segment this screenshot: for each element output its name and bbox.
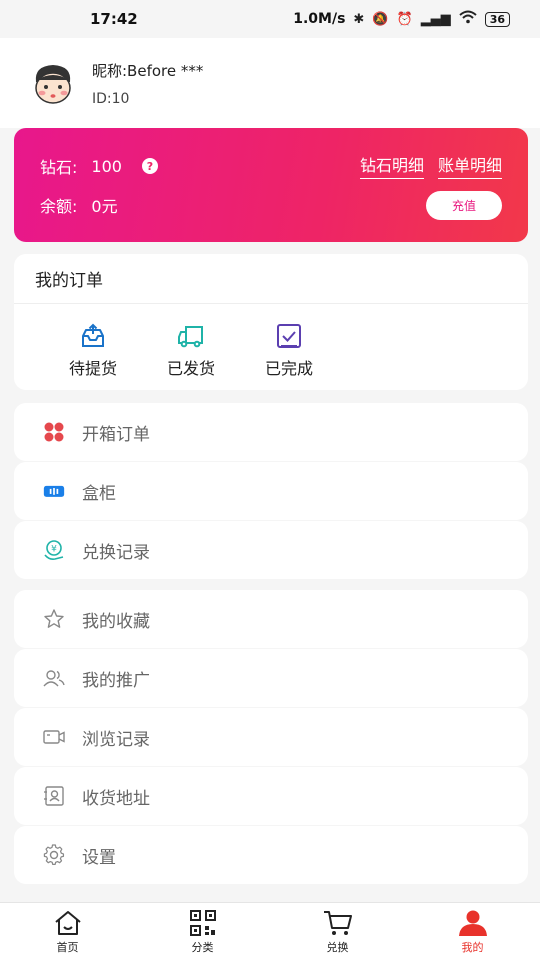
camera-icon	[42, 725, 66, 749]
truck-icon	[178, 326, 203, 348]
menu-item-cabinet[interactable]: 盒柜	[14, 462, 528, 520]
diamond-value: 100	[91, 156, 122, 176]
order-completed-label: 已完成	[264, 359, 313, 378]
diamond-label: 钻石:	[40, 158, 78, 177]
mute-icon: 🔕	[372, 11, 389, 27]
menu-item-promotion[interactable]: 我的推广	[14, 649, 528, 707]
network-speed: 1.0M/s	[293, 11, 346, 27]
box-order-icon	[42, 420, 66, 444]
menu-item-favorites-label: 我的收藏	[82, 611, 150, 632]
avatar-face-icon	[35, 65, 71, 104]
tab-mine-label: 我的	[461, 940, 484, 954]
qr-icon	[189, 909, 216, 936]
menu-item-address[interactable]: 收货地址	[14, 767, 528, 825]
menu-group-primary: 开箱订单 盒柜 ¥ 兑换记录	[14, 403, 528, 580]
balance-value: 0元	[91, 197, 118, 216]
nickname: 昵称:Before ***	[92, 61, 204, 80]
menu-group-secondary: 我的收藏 我的推广 浏览记录 收货地址 设置	[14, 590, 528, 885]
cabinet-icon	[42, 479, 66, 503]
order-completed[interactable]: 已完成	[240, 322, 338, 379]
my-orders-card: 我的订单 待提货 已发货 已完成	[14, 254, 528, 390]
tab-category-label: 分类	[191, 940, 214, 954]
cart-icon	[323, 910, 352, 935]
diamond-detail-link[interactable]: 钻石明细	[359, 152, 424, 179]
star-icon	[42, 607, 66, 631]
wallet-card: 钻石: 100 ? 余额: 0元 钻石明细 账单明细 充值	[14, 128, 528, 242]
address-icon	[42, 784, 66, 808]
menu-item-box-orders[interactable]: 开箱订单	[14, 403, 528, 461]
help-icon[interactable]: ?	[141, 158, 158, 174]
order-shipped-label: 已发货	[166, 359, 215, 378]
exchange-icon: ¥	[42, 538, 66, 562]
bill-detail-link[interactable]: 账单明细	[437, 152, 502, 179]
menu-item-settings[interactable]: 设置	[14, 826, 528, 884]
tab-exchange[interactable]: 兑换	[270, 903, 405, 960]
menu-item-exchange-records-label: 兑换记录	[82, 542, 150, 563]
wifi-icon	[459, 10, 477, 28]
gear-icon	[42, 843, 66, 867]
svg-text:¥: ¥	[51, 545, 57, 555]
tab-home-label: 首页	[56, 940, 79, 954]
tab-exchange-label: 兑换	[326, 940, 349, 954]
signal-icon: ▂▄▆	[420, 11, 451, 27]
home-icon	[54, 910, 81, 935]
alarm-icon: ⏰	[396, 11, 413, 27]
user-id: ID:10	[92, 90, 130, 107]
menu-item-exchange-records[interactable]: ¥ 兑换记录	[14, 521, 528, 579]
status-time: 17:42	[90, 10, 138, 28]
menu-item-cabinet-label: 盒柜	[82, 483, 116, 504]
order-pending-pickup-label: 待提货	[68, 359, 117, 378]
orders-title[interactable]: 我的订单	[14, 254, 528, 304]
tab-mine[interactable]: 我的	[405, 903, 540, 960]
profile-header[interactable]: 昵称:Before *** ID:10	[0, 38, 540, 128]
avatar[interactable]	[28, 58, 78, 108]
menu-item-browse-history-label: 浏览记录	[82, 729, 150, 750]
menu-item-promotion-label: 我的推广	[82, 670, 150, 691]
battery-icon: 36	[484, 11, 510, 27]
menu-item-box-orders-label: 开箱订单	[82, 424, 150, 445]
menu-item-browse-history[interactable]: 浏览记录	[14, 708, 528, 766]
status-bar: 17:42 1.0M/s ✱ 🔕 ⏰ ▂▄▆ 36	[0, 0, 540, 38]
order-pending-pickup[interactable]: 待提货	[44, 322, 142, 379]
menu-item-settings-label: 设置	[82, 847, 116, 868]
balance-label: 余额:	[40, 197, 78, 216]
bottom-tab-bar: 首页 分类 兑换 我的	[0, 902, 540, 960]
users-icon	[42, 666, 66, 690]
recharge-button[interactable]: 充值	[426, 191, 502, 220]
pickup-icon	[82, 323, 104, 347]
menu-item-favorites[interactable]: 我的收藏	[14, 590, 528, 648]
order-shipped[interactable]: 已发货	[142, 322, 240, 379]
tab-home[interactable]: 首页	[0, 903, 135, 960]
bluetooth-icon: ✱	[353, 11, 365, 27]
menu-item-address-label: 收货地址	[82, 788, 150, 809]
check-icon	[277, 324, 301, 348]
tab-category[interactable]: 分类	[135, 903, 270, 960]
user-icon	[458, 910, 487, 936]
